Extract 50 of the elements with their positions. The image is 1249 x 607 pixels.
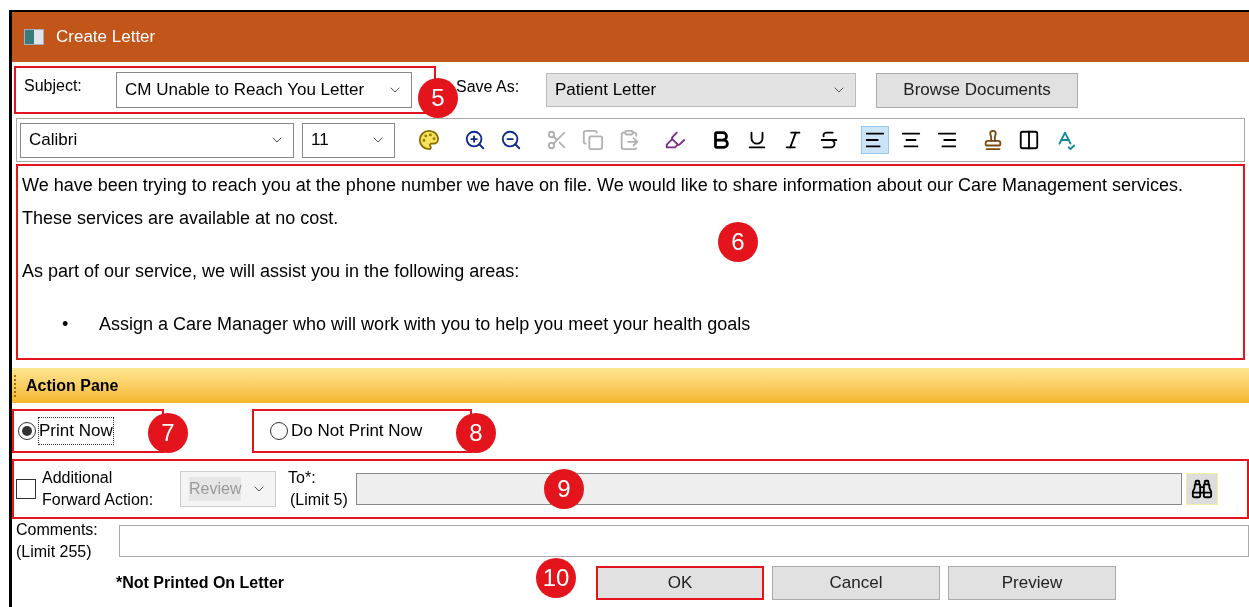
font-size-dropdown[interactable]: 11 — [302, 122, 395, 158]
to-label: To*: — [288, 468, 317, 488]
zoom-in-icon — [464, 129, 486, 151]
action-pane-title: Action Pane — [26, 375, 119, 396]
highlighter-icon — [664, 129, 686, 151]
save-as-label: Save As: — [456, 77, 521, 97]
subject-dropdown[interactable]: CM Unable to Reach You Letter — [116, 72, 412, 108]
dialog-button[interactable]: Cancel — [772, 566, 940, 600]
window-icon — [24, 29, 44, 45]
callout-number: 6 — [718, 222, 758, 262]
font-dropdown[interactable]: Calibri — [20, 122, 294, 158]
paste-icon — [618, 129, 640, 151]
callout-number: 7 — [148, 413, 188, 453]
to-field[interactable] — [355, 473, 1182, 505]
copy-icon — [582, 129, 604, 151]
zoom-out-icon — [500, 129, 522, 151]
callout-number: 10 — [536, 558, 576, 598]
strikethrough-icon — [818, 129, 840, 151]
radio-icon — [270, 422, 288, 440]
window-title: Create Letter — [56, 26, 156, 49]
subject-label: Subject: — [24, 76, 83, 96]
footnote: *Not Printed On Letter — [116, 573, 285, 593]
callout-number: 9 — [544, 469, 584, 509]
letter-editor[interactable] — [16, 164, 1245, 360]
comments-field[interactable] — [119, 525, 1249, 557]
save-as-dropdown[interactable]: Patient Letter — [546, 73, 856, 107]
letter-paragraph: As part of our service, we will assist you in the following areas: — [22, 260, 521, 283]
bullet-marker: • — [62, 313, 70, 336]
comments-label: Comments: — [16, 520, 99, 540]
radio-icon — [18, 422, 36, 440]
stamp-icon — [982, 129, 1004, 151]
forward-action-label: Additional Forward Action: — [42, 468, 155, 510]
callout-number: 8 — [456, 413, 496, 453]
align-left-button[interactable] — [861, 126, 889, 154]
columns-icon — [1018, 129, 1040, 151]
dialog-button[interactable]: Preview — [948, 566, 1116, 600]
cut-icon — [546, 129, 568, 151]
palette-icon — [418, 129, 440, 151]
browse-documents-button[interactable]: Browse Documents — [876, 72, 1078, 108]
bullet-text: Assign a Care Manager who will work with you to help you meet your health goals — [99, 313, 751, 336]
to-limit: (Limit 5) — [290, 490, 348, 510]
radio-option[interactable]: Do Not Print Now — [270, 418, 423, 444]
binoculars-icon — [1190, 478, 1213, 500]
dialog-button[interactable]: OK — [596, 566, 764, 600]
underline-icon — [746, 129, 768, 151]
search-recipients-button[interactable] — [1185, 473, 1218, 505]
callout-number: 5 — [418, 78, 458, 118]
radio-option[interactable]: Print Now — [18, 418, 113, 444]
checkbox[interactable] — [16, 479, 36, 499]
comments-limit: (Limit 255) — [16, 542, 93, 562]
